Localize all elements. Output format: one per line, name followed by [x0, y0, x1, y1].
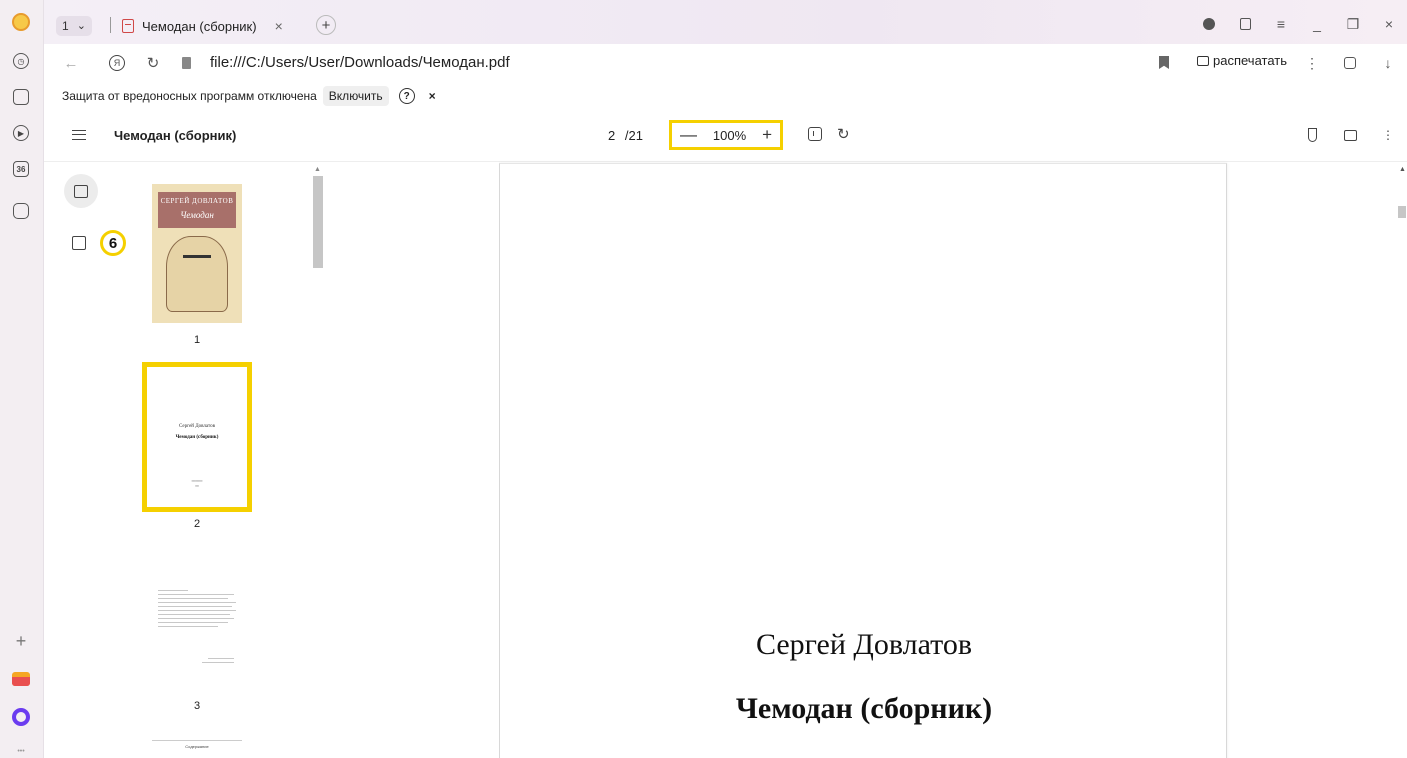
zoom-out-button[interactable]: —: [680, 125, 697, 145]
tab-separator: [110, 17, 111, 33]
scroll-thumb[interactable]: [313, 176, 323, 268]
bookmark-icon[interactable]: [1159, 56, 1169, 69]
close-window-button[interactable]: ×: [1371, 12, 1407, 36]
play-icon[interactable]: ▶: [10, 122, 32, 144]
more-icon[interactable]: •••: [10, 740, 32, 758]
scroll-up-icon[interactable]: ▲: [314, 166, 321, 173]
thumbnail-number: 3: [193, 700, 201, 712]
thumbnail-number: 1: [193, 334, 201, 346]
screenshot-icon[interactable]: [10, 200, 32, 222]
restore-button[interactable]: ❐: [1335, 12, 1371, 36]
infobar-message: Защита от вредоносных программ отключена: [62, 89, 317, 103]
tabs-icon[interactable]: [10, 86, 32, 108]
document-title: Чемодан (сборник): [114, 128, 237, 143]
zoom-level: 100%: [712, 127, 747, 143]
page-title: Чемодан (сборник): [735, 692, 993, 725]
download-icon[interactable]: ↓: [1369, 53, 1407, 73]
cover-author: СЕРГЕЙ ДОВЛАТОВ: [160, 197, 234, 205]
more-icon[interactable]: ⋮: [1293, 53, 1331, 73]
page-indicator: 2 /21: [608, 128, 643, 143]
mail-icon[interactable]: [10, 668, 32, 690]
profile-icon[interactable]: [1191, 12, 1227, 36]
alice-icon[interactable]: [10, 706, 32, 728]
thumbnails-tab[interactable]: [64, 174, 98, 208]
zoom-controls: — 100% +: [669, 120, 783, 150]
tab-counter-button[interactable]: 1 ⌄: [56, 16, 92, 36]
address-bar: ← Я ↻ file:///C:/Users/User/Downloads/Че…: [44, 44, 1407, 82]
hamburger-menu-icon[interactable]: [72, 130, 86, 140]
pdf-toolbar: Чемодан (сборник) 2 /21 — 100% + ↻ ⋮: [44, 110, 1407, 162]
scroll-up-icon[interactable]: ▲: [1399, 166, 1406, 173]
protection-infobar: Защита от вредоносных программ отключена…: [44, 82, 1407, 110]
new-tab-button[interactable]: +: [316, 15, 336, 35]
close-tab-icon[interactable]: ×: [275, 18, 283, 34]
collections-icon[interactable]: [1227, 12, 1263, 36]
add-icon[interactable]: +: [10, 630, 32, 652]
image-icon: [74, 184, 88, 198]
printer-icon: [1197, 55, 1209, 66]
zoom-in-button[interactable]: +: [762, 125, 772, 145]
thumbnail-page-1[interactable]: СЕРГЕЙ ДОВЛАТОВ Чемодан: [152, 184, 242, 323]
tab-pdf[interactable]: Чемодан (сборник) ×: [122, 14, 312, 38]
calendar-36-icon[interactable]: 36: [10, 158, 32, 180]
file-icon: [182, 57, 191, 69]
print-page-button[interactable]: распечатать: [1197, 53, 1287, 68]
thumbnail-scrollbar[interactable]: ▲: [312, 162, 324, 758]
thumbnail-number: 2: [193, 518, 201, 530]
reload-button[interactable]: ↻: [142, 53, 164, 73]
print-pdf-icon[interactable]: [1331, 125, 1369, 145]
browser-menu-icon[interactable]: ≡: [1263, 12, 1299, 36]
thumbnail-heading: Содержание: [185, 744, 209, 749]
total-pages: /21: [624, 128, 643, 143]
thumbnail-page-3[interactable]: [152, 586, 242, 686]
page-author: Сергей Довлатов: [755, 628, 973, 661]
pdf-more-icon[interactable]: ⋮: [1369, 125, 1407, 145]
pdf-file-icon: [122, 19, 134, 33]
url-field[interactable]: file:///C:/Users/User/Downloads/Чемодан.…: [210, 54, 510, 71]
yandex-browser-logo-icon[interactable]: [10, 11, 32, 33]
thumbnail-page-4[interactable]: Содержание: [152, 740, 242, 758]
extension-icon[interactable]: [1331, 53, 1369, 73]
thumbnail-footer: ━━━━━━ ━━: [191, 479, 203, 488]
scroll-thumb[interactable]: [1398, 206, 1406, 218]
thumbnail-title: Чемодан (сборник): [175, 435, 219, 440]
callout-6: 6: [100, 230, 126, 256]
window-controls: ≡ _ ❐ ×: [1191, 12, 1407, 36]
thumbnail-author: Сергей Довлатов: [178, 424, 215, 429]
pdf-page: Сергей Довлатов Чемодан (сборник): [499, 163, 1227, 758]
browser-sidebar: ◷ ▶ 36 + •••: [0, 0, 44, 758]
tab-strip: 1 ⌄ Чемодан (сборник) × + ≡ _ ❐ ×: [44, 0, 1407, 44]
yandex-button[interactable]: Я: [106, 53, 128, 73]
outline-tab-icon[interactable]: [72, 236, 86, 250]
chevron-down-icon: ⌄: [76, 20, 86, 32]
help-icon[interactable]: ?: [398, 88, 415, 104]
pdf-toolbar-right: ⋮: [1293, 125, 1407, 145]
fit-page-icon[interactable]: [808, 127, 822, 141]
thumbnail-page-2-selected[interactable]: Сергей Довлатов Чемодан (сборник) ━━━━━━…: [142, 362, 252, 512]
tab-title: Чемодан (сборник): [142, 18, 257, 34]
address-right-group: ⋮ ↓: [1293, 53, 1407, 73]
enable-protection-button[interactable]: Включить: [322, 86, 389, 106]
cover-illustration: [166, 236, 228, 312]
current-page-input[interactable]: 2: [608, 128, 615, 143]
main-scrollbar[interactable]: ▲: [1397, 162, 1407, 758]
back-button[interactable]: ←: [60, 53, 82, 73]
thumbnail-pane: 6 СЕРГЕЙ ДОВЛАТОВ Чемодан 1 Сергей Довла…: [44, 162, 499, 758]
close-infobar-icon[interactable]: ×: [429, 89, 436, 103]
cover-title: Чемодан: [180, 210, 214, 220]
history-icon[interactable]: ◷: [10, 50, 32, 72]
download-pdf-icon[interactable]: [1293, 125, 1331, 145]
rotate-icon[interactable]: ↻: [837, 125, 850, 143]
minimize-button[interactable]: _: [1299, 12, 1335, 36]
